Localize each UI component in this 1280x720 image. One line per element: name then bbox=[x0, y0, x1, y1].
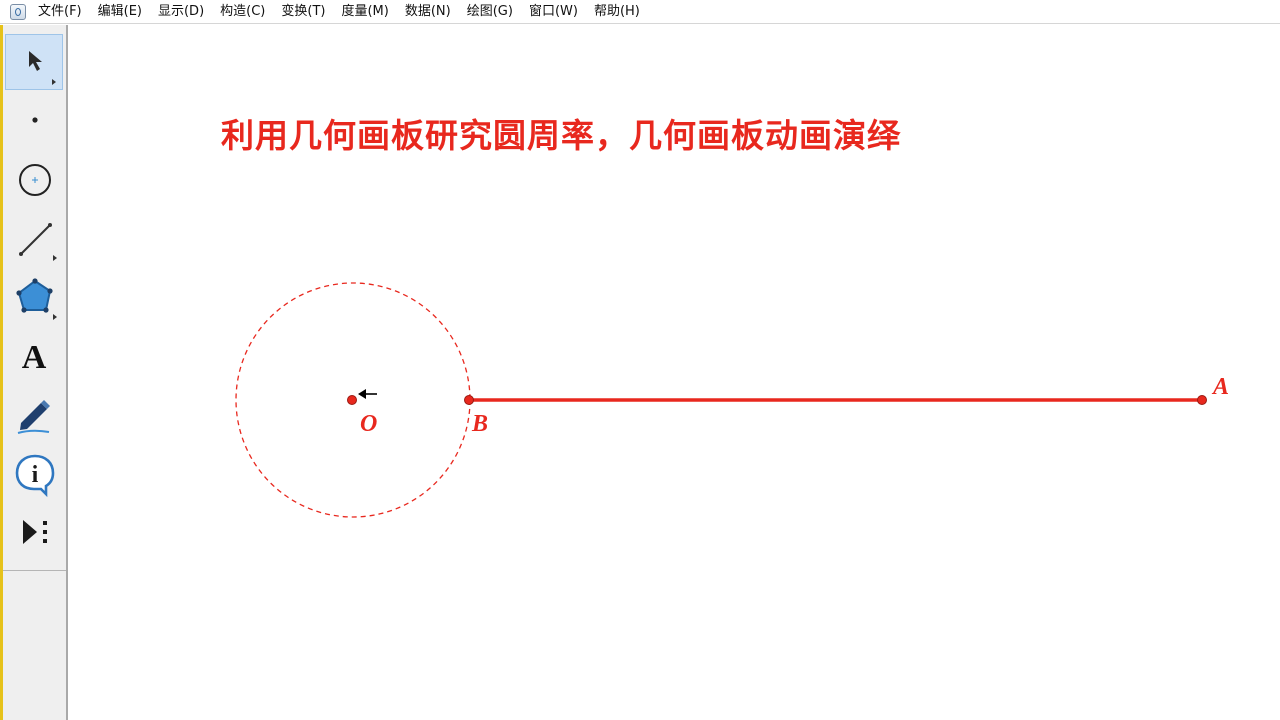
information-tool[interactable]: i bbox=[5, 445, 63, 501]
svg-text:i: i bbox=[32, 462, 39, 488]
mouse-pointer-icon bbox=[358, 389, 377, 399]
point-b[interactable] bbox=[464, 395, 474, 405]
point-o[interactable] bbox=[347, 395, 357, 405]
menu-graph[interactable]: 绘图(G) bbox=[465, 0, 521, 24]
toolbox: A i bbox=[0, 25, 68, 720]
menu-window[interactable]: 窗口(W) bbox=[527, 0, 586, 24]
menu-construct[interactable]: 构造(C) bbox=[218, 0, 273, 24]
label-a: A bbox=[1211, 374, 1229, 400]
label-o: O bbox=[360, 411, 377, 437]
pentagon-icon bbox=[16, 278, 57, 320]
label-b: B bbox=[471, 411, 488, 437]
text-icon: A bbox=[22, 339, 47, 376]
info-icon: i bbox=[15, 454, 55, 498]
geometry-drawing: O B A bbox=[235, 282, 1229, 518]
app-icon[interactable] bbox=[10, 3, 26, 20]
straightedge-tool[interactable] bbox=[5, 210, 63, 266]
line-segment-icon bbox=[19, 223, 57, 261]
point-a[interactable] bbox=[1197, 395, 1207, 405]
menu-help[interactable]: 帮助(H) bbox=[592, 0, 648, 24]
compass-tool[interactable] bbox=[5, 151, 63, 207]
toolbar-accent bbox=[0, 25, 3, 720]
marker-pen-icon bbox=[17, 400, 50, 434]
arrow-select-tool[interactable] bbox=[5, 34, 63, 90]
compass-icon bbox=[19, 164, 51, 196]
custom-tool[interactable] bbox=[5, 504, 63, 560]
arrow-icon bbox=[29, 51, 56, 85]
text-tool[interactable]: A bbox=[5, 327, 63, 383]
sketch-canvas[interactable]: 利用几何画板研究圆周率，几何画板动画演绎 O B A bbox=[68, 25, 1280, 720]
menu-bar: 文件(F) 编辑(E) 显示(D) 构造(C) 变换(T) 度量(M) 数据(N… bbox=[0, 0, 1280, 24]
point-tool[interactable] bbox=[5, 92, 63, 148]
marker-tool[interactable] bbox=[5, 386, 63, 442]
point-icon bbox=[32, 117, 38, 123]
menu-transform[interactable]: 变换(T) bbox=[279, 0, 333, 24]
svg-text:A: A bbox=[22, 339, 47, 376]
menu-display[interactable]: 显示(D) bbox=[156, 0, 212, 24]
menu-data[interactable]: 数据(N) bbox=[403, 0, 459, 24]
play-more-icon bbox=[23, 520, 47, 544]
toolbox-bottom-divider bbox=[3, 570, 66, 571]
polygon-tool[interactable] bbox=[5, 269, 63, 325]
menu-file[interactable]: 文件(F) bbox=[36, 0, 90, 24]
menu-measure[interactable]: 度量(M) bbox=[339, 0, 396, 24]
menu-edit[interactable]: 编辑(E) bbox=[96, 0, 150, 24]
